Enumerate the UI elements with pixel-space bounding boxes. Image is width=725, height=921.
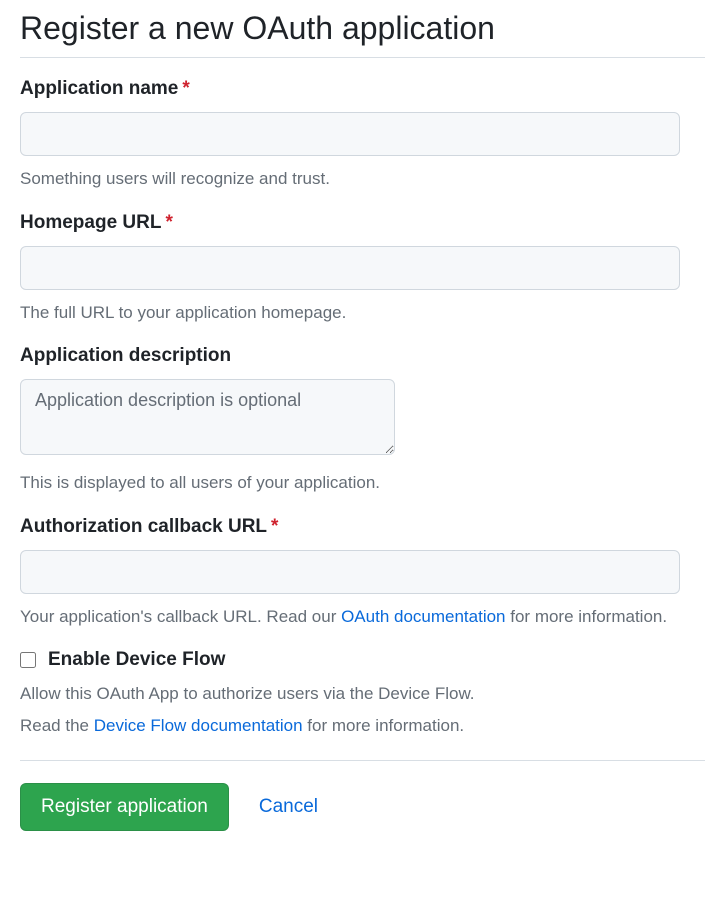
callback-help-pre: Your application's callback URL. Read ou…: [20, 607, 341, 626]
application-description-input[interactable]: [20, 379, 395, 455]
application-name-group: Application name* Something users will r…: [20, 78, 705, 192]
application-name-input[interactable]: [20, 112, 680, 156]
application-description-help: This is displayed to all users of your a…: [20, 470, 705, 496]
callback-url-help: Your application's callback URL. Read ou…: [20, 604, 705, 630]
callback-url-input[interactable]: [20, 550, 680, 594]
required-indicator: *: [182, 78, 189, 99]
device-flow-documentation-link[interactable]: Device Flow documentation: [94, 716, 303, 735]
enable-device-flow-label: Enable Device Flow: [48, 649, 225, 671]
enable-device-flow-checkbox[interactable]: [20, 652, 36, 668]
form-actions: Register application Cancel: [20, 760, 705, 831]
device-flow-help-pre: Read the: [20, 716, 94, 735]
device-flow-help-2: Read the Device Flow documentation for m…: [20, 713, 705, 739]
callback-url-label: Authorization callback URL*: [20, 516, 705, 538]
required-indicator: *: [271, 516, 278, 537]
device-flow-help-post: for more information.: [303, 716, 465, 735]
application-name-label-text: Application name: [20, 78, 178, 99]
application-name-help: Something users will recognize and trust…: [20, 166, 705, 192]
required-indicator: *: [165, 212, 172, 233]
cancel-link[interactable]: Cancel: [259, 796, 318, 818]
device-flow-help-1: Allow this OAuth App to authorize users …: [20, 681, 705, 707]
oauth-documentation-link[interactable]: OAuth documentation: [341, 607, 505, 626]
homepage-url-help: The full URL to your application homepag…: [20, 300, 705, 326]
homepage-url-input[interactable]: [20, 246, 680, 290]
callback-url-label-text: Authorization callback URL: [20, 516, 267, 537]
register-application-button[interactable]: Register application: [20, 783, 229, 831]
application-name-label: Application name*: [20, 78, 705, 100]
homepage-url-label-text: Homepage URL: [20, 212, 161, 233]
callback-help-post: for more information.: [506, 607, 668, 626]
homepage-url-group: Homepage URL* The full URL to your appli…: [20, 212, 705, 326]
application-description-label: Application description: [20, 345, 705, 367]
device-flow-group: Enable Device Flow Allow this OAuth App …: [20, 649, 705, 738]
callback-url-group: Authorization callback URL* Your applica…: [20, 516, 705, 630]
homepage-url-label: Homepage URL*: [20, 212, 705, 234]
page-title: Register a new OAuth application: [20, 10, 705, 58]
application-description-group: Application description This is displaye…: [20, 345, 705, 496]
